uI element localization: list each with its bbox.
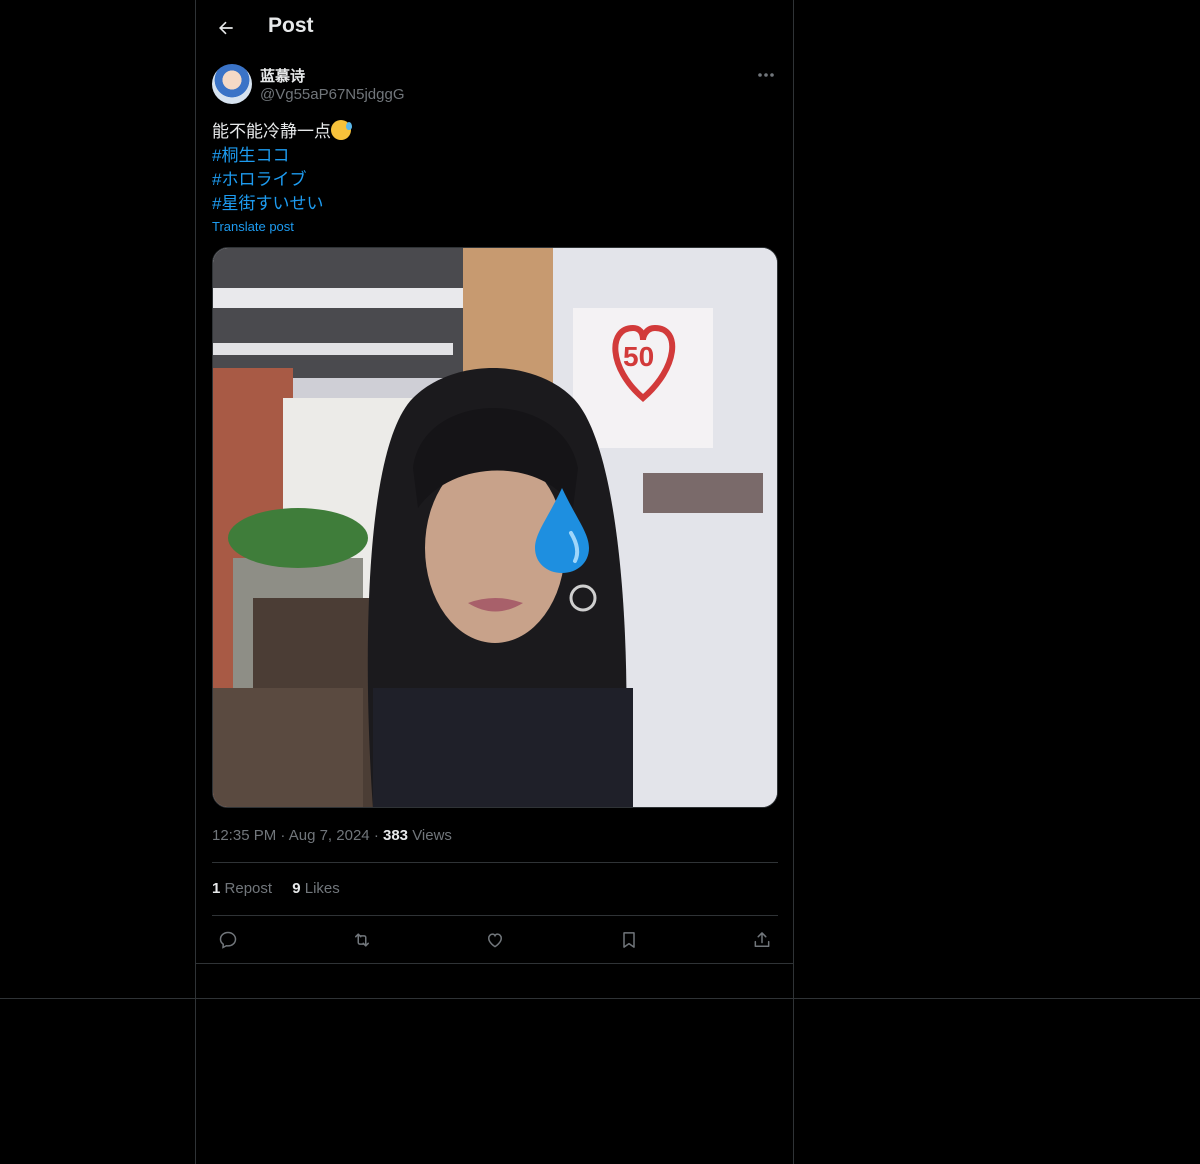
reposts-label: Repost <box>224 880 273 897</box>
meta-separator: · <box>373 827 379 844</box>
post-stats: 1 Repost 9 Likes <box>212 880 356 897</box>
translate-post-link[interactable]: Translate post <box>212 219 294 234</box>
post-date[interactable]: Aug 7, 2024 <box>289 827 370 844</box>
bookmark-button[interactable] <box>613 924 645 956</box>
sweat-smile-emoji-icon <box>331 120 352 140</box>
author-handle[interactable]: @Vg55aP67N5jdggG <box>260 86 405 103</box>
views-label: Views <box>412 827 452 844</box>
hashtag-link[interactable]: #星街すいせい <box>212 192 351 216</box>
photo-illustration: 50 <box>213 248 777 807</box>
hashtag-link[interactable]: #ホロライブ <box>212 168 351 192</box>
back-arrow-icon <box>219 21 233 35</box>
share-button[interactable] <box>746 924 778 956</box>
bookmark-icon <box>622 932 635 948</box>
likes-stat[interactable]: 9 Likes <box>292 880 340 897</box>
post-time[interactable]: 12:35 PM <box>212 827 276 844</box>
hashtag-link[interactable]: #桐生ココ <box>212 144 351 168</box>
post-header: Post <box>196 0 793 54</box>
back-button[interactable] <box>210 12 242 44</box>
author-display-name[interactable]: 蓝慕诗 <box>260 65 305 86</box>
svg-text:50: 50 <box>623 341 654 372</box>
action-bar <box>212 924 778 956</box>
divider <box>196 963 793 964</box>
more-icon <box>758 73 774 77</box>
meta-separator: · <box>280 827 286 844</box>
post-meta: 12:35 PM · Aug 7, 2024 · 383 Views <box>212 827 452 844</box>
post-body: 能不能冷静一点 <box>212 122 331 141</box>
reply-icon <box>219 931 237 949</box>
like-button[interactable] <box>479 924 511 956</box>
post-image[interactable]: 50 <box>212 247 778 808</box>
page-title: Post <box>268 14 314 37</box>
share-icon <box>754 932 770 947</box>
views-count: 383 <box>382 827 409 844</box>
divider <box>212 915 778 916</box>
reposts-stat[interactable]: 1 Repost <box>212 880 276 897</box>
repost-icon <box>354 933 369 947</box>
post-text: 能不能冷静一点 #桐生ココ #ホロライブ #星街すいせい <box>212 120 352 216</box>
avatar[interactable] <box>212 64 252 104</box>
likes-label: Likes <box>304 880 340 897</box>
reply-button[interactable] <box>212 924 244 956</box>
post-column: Post 蓝慕诗 @Vg55aP67N5jdggG 能不能冷静一点 #桐生ココ … <box>195 0 794 1164</box>
likes-count: 9 <box>292 880 301 897</box>
more-button[interactable] <box>755 66 777 84</box>
repost-button[interactable] <box>346 924 378 956</box>
divider <box>212 862 778 863</box>
like-icon <box>487 933 503 948</box>
reposts-count: 1 <box>212 880 221 897</box>
